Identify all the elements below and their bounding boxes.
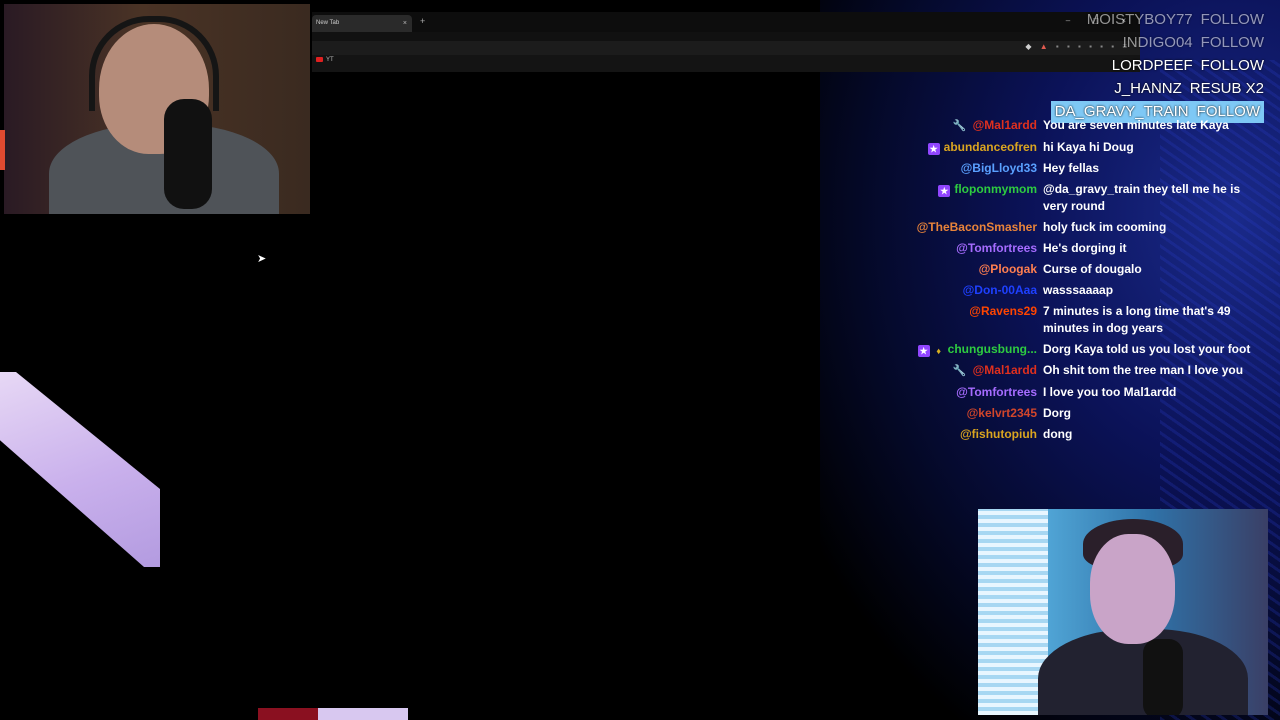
bookmark-item[interactable]: YT — [316, 57, 334, 63]
chat-message: @fishutopiuh dong — [900, 426, 1265, 443]
alert-action: FOLLOW — [1200, 11, 1264, 28]
chat-username: @Don-00Aaa — [962, 283, 1037, 297]
webcam-left — [4, 4, 310, 214]
chat-message: @Ravens29 7 minutes is a long time that'… — [900, 303, 1265, 337]
chat-username: @Mal1ardd — [972, 118, 1037, 132]
alert-item: J_HANNZ RESUB X2 — [904, 77, 1264, 100]
chat-text: You are seven minutes late Kaya — [1043, 118, 1229, 132]
alert-user: INDIGO04 — [1122, 34, 1193, 51]
webcam-right — [978, 509, 1268, 715]
alert-user: J_HANNZ — [1114, 80, 1182, 97]
chat-text: He's dorging it — [1043, 241, 1127, 255]
chat-username: abundanceofren — [943, 140, 1037, 154]
chat-text: 7 minutes is a long time that's 49 minut… — [1043, 304, 1231, 335]
alerts-list: MOISTYBOY77 FOLLOW INDIGO04 FOLLOW LORDPEE… — [904, 8, 1264, 123]
chat-text: @da_gravy_train they tell me he is very … — [1043, 182, 1241, 213]
alert-item: INDIGO04 FOLLOW — [904, 31, 1264, 54]
alert-item: MOISTYBOY77 FOLLOW — [904, 8, 1264, 31]
chat-message: @Don-00Aaa wasssaaaap — [900, 282, 1265, 299]
chat-message: ★ floponmymom @da_gravy_train they tell m… — [900, 181, 1265, 215]
chat-username: @Ploogak — [978, 262, 1037, 276]
alert-action: FOLLOW — [1200, 57, 1264, 74]
chat-text: dong — [1043, 427, 1073, 441]
chat-username: @TheBaconSmasher — [916, 220, 1037, 234]
microphone-icon — [1143, 639, 1183, 715]
chat-username: @BigLloyd33 — [960, 161, 1037, 175]
chat-message: ★ ♦ chungusbung... Dorg Kaya told us you l… — [900, 341, 1265, 358]
subscriber-star-icon: ★ — [927, 143, 940, 155]
chat-message: @Ploogak Curse of dougalo — [900, 261, 1265, 278]
chat-username: @Tomfortrees — [956, 385, 1037, 399]
chat-text: wasssaaaap — [1043, 283, 1114, 297]
chat-username: @Ravens29 — [969, 304, 1037, 318]
alert-user: MOISTYBOY77 — [1086, 11, 1193, 28]
close-tab-icon[interactable]: × — [403, 15, 407, 32]
chat-text: Curse of dougalo — [1043, 262, 1142, 276]
moderator-wrench-icon: 🔧 — [952, 120, 967, 132]
chat-message: @BigLloyd33 Hey fellas — [900, 160, 1265, 177]
glitch-artifact-bottom — [258, 708, 408, 720]
alert-item: LORDPEEF FOLLOW — [904, 54, 1264, 77]
chat-text: hi Kaya hi Doug — [1043, 140, 1134, 154]
chat-message: 🔧 @Mal1ardd Oh shit tom the tree man I lo… — [900, 362, 1265, 380]
headset-icon — [89, 16, 219, 111]
chat-username: chungusbung... — [947, 342, 1037, 356]
chat-message: @TheBaconSmasher holy fuck im cooming — [900, 219, 1265, 236]
alert-user: LORDPEEF — [1111, 57, 1193, 74]
chat-text: Hey fellas — [1043, 161, 1100, 175]
chat-list: 🔧 @Mal1ardd You are seven minutes late Ka… — [900, 117, 1265, 447]
chat-username: @Tomfortrees — [956, 241, 1037, 255]
new-tab-button[interactable]: + — [420, 16, 425, 26]
chat-text: I love you too Mal1ardd — [1043, 385, 1177, 399]
alert-action: RESUB X2 — [1189, 80, 1264, 97]
browser-tab-title: New Tab — [316, 20, 340, 26]
chat-text: Oh shit tom the tree man I love you — [1043, 363, 1244, 377]
chat-message: @Tomfortrees He's dorging it — [900, 240, 1265, 257]
glitch-artifact — [0, 372, 160, 567]
microphone-icon — [164, 99, 212, 209]
subscriber-star-icon: ★ — [917, 345, 930, 357]
chat-username: floponmymom — [954, 182, 1037, 196]
chat-username: @fishutopiuh — [959, 427, 1037, 441]
chat-message: ★ abundanceofren hi Kaya hi Doug — [900, 139, 1265, 156]
browser-tab[interactable]: New Tab × — [312, 15, 412, 32]
gem-badge-icon: ♦ — [936, 346, 941, 356]
subscriber-star-icon: ★ — [938, 185, 951, 197]
bookmark-label: YT — [326, 57, 334, 64]
alert-action: FOLLOW — [1200, 34, 1264, 51]
glitch-sliver — [0, 130, 5, 170]
chat-username: @kelvrt2345 — [966, 406, 1037, 420]
webcam-person-head — [1090, 534, 1175, 644]
youtube-icon — [316, 57, 323, 62]
mouse-cursor-icon: ➤ — [257, 253, 267, 265]
chat-message: @Tomfortrees I love you too Mal1ardd — [900, 384, 1265, 401]
chat-text: Dorg Kaya told us you lost your foot — [1043, 342, 1251, 356]
chat-text: holy fuck im cooming — [1043, 220, 1167, 234]
chat-username: @Mal1ardd — [972, 363, 1037, 377]
moderator-wrench-icon: 🔧 — [952, 365, 967, 377]
chat-message: 🔧 @Mal1ardd You are seven minutes late Ka… — [900, 117, 1265, 135]
chat-message: @kelvrt2345 Dorg — [900, 405, 1265, 422]
chat-text: Dorg — [1043, 406, 1071, 420]
